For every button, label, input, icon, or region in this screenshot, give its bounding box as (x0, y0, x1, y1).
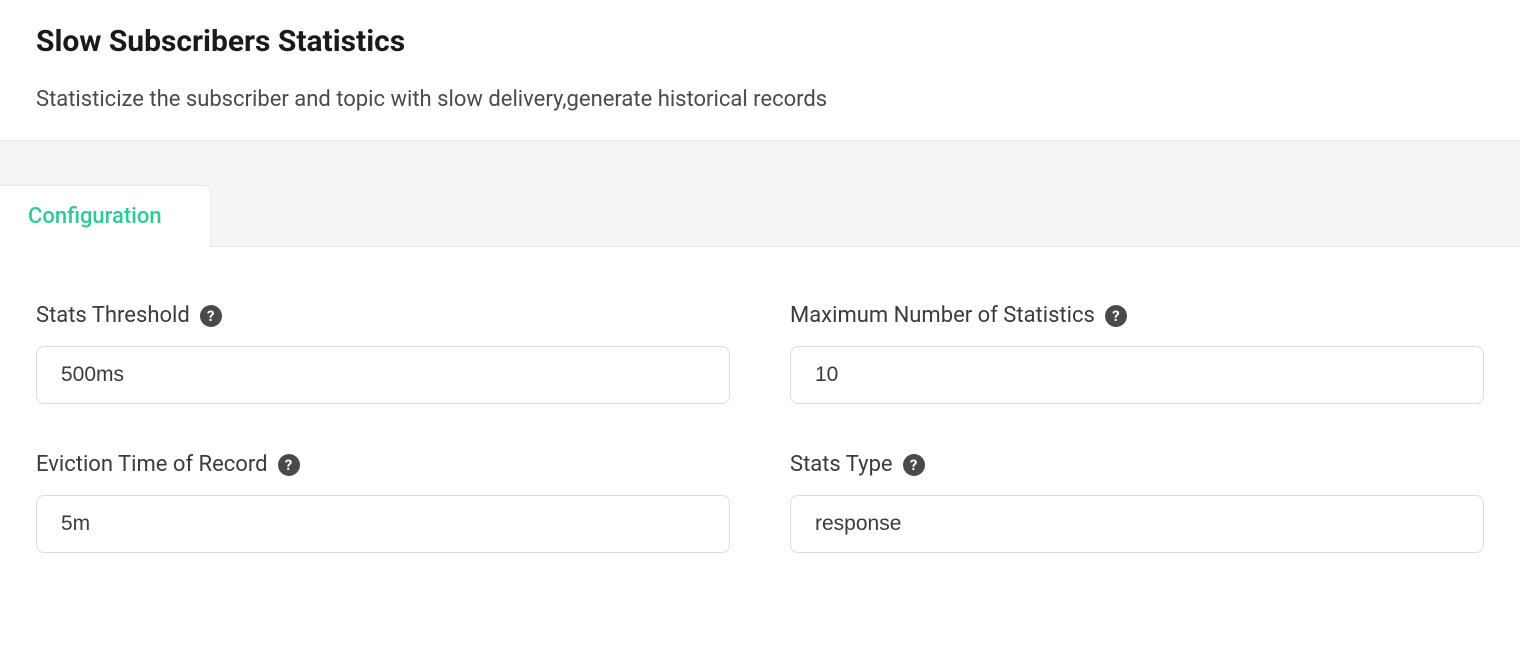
label-eviction-time: Eviction Time of Record ? (36, 452, 730, 477)
field-stats-type: Stats Type ? (790, 452, 1484, 553)
input-max-stats[interactable] (790, 346, 1484, 404)
input-stats-type[interactable] (790, 495, 1484, 553)
help-icon[interactable]: ? (903, 454, 925, 476)
label-text: Eviction Time of Record (36, 452, 268, 477)
page-description: Statisticize the subscriber and topic wi… (36, 87, 1484, 112)
page-title: Slow Subscribers Statistics (36, 24, 1484, 59)
field-max-stats: Maximum Number of Statistics ? (790, 303, 1484, 404)
configuration-form: Stats Threshold ? Maximum Number of Stat… (0, 247, 1520, 577)
help-icon[interactable]: ? (278, 454, 300, 476)
label-stats-type: Stats Type ? (790, 452, 1484, 477)
label-max-stats: Maximum Number of Statistics ? (790, 303, 1484, 328)
tab-strip: Configuration (0, 140, 1520, 247)
label-stats-threshold: Stats Threshold ? (36, 303, 730, 328)
label-text: Maximum Number of Statistics (790, 303, 1095, 328)
input-eviction-time[interactable] (36, 495, 730, 553)
input-stats-threshold[interactable] (36, 346, 730, 404)
help-icon[interactable]: ? (200, 305, 222, 327)
help-icon[interactable]: ? (1105, 305, 1127, 327)
field-stats-threshold: Stats Threshold ? (36, 303, 730, 404)
field-eviction-time: Eviction Time of Record ? (36, 452, 730, 553)
label-text: Stats Threshold (36, 303, 190, 328)
tab-configuration[interactable]: Configuration (0, 185, 211, 247)
page-header: Slow Subscribers Statistics Statisticize… (0, 0, 1520, 140)
label-text: Stats Type (790, 452, 893, 477)
tab-label: Configuration (28, 204, 162, 229)
